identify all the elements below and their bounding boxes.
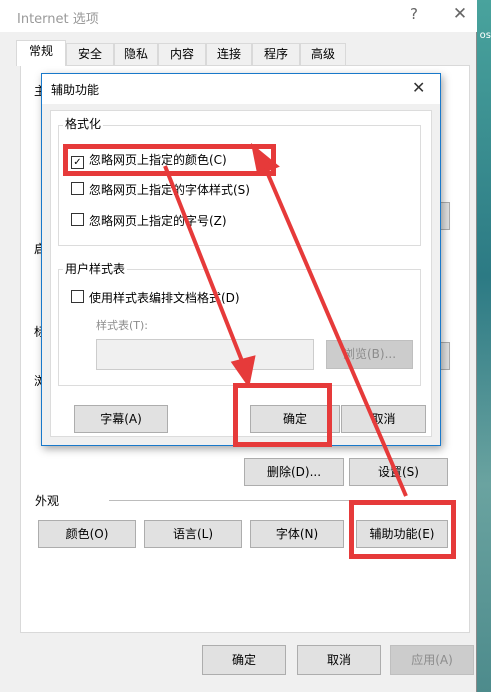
annotation-arrow-line (262, 164, 408, 497)
annotation-arrowhead (250, 142, 280, 176)
annotation-arrows (163, 142, 408, 497)
tab-general[interactable]: 常规 (16, 40, 66, 66)
annotation-arrow-line (163, 165, 246, 367)
annotation-arrowhead (230, 355, 256, 388)
